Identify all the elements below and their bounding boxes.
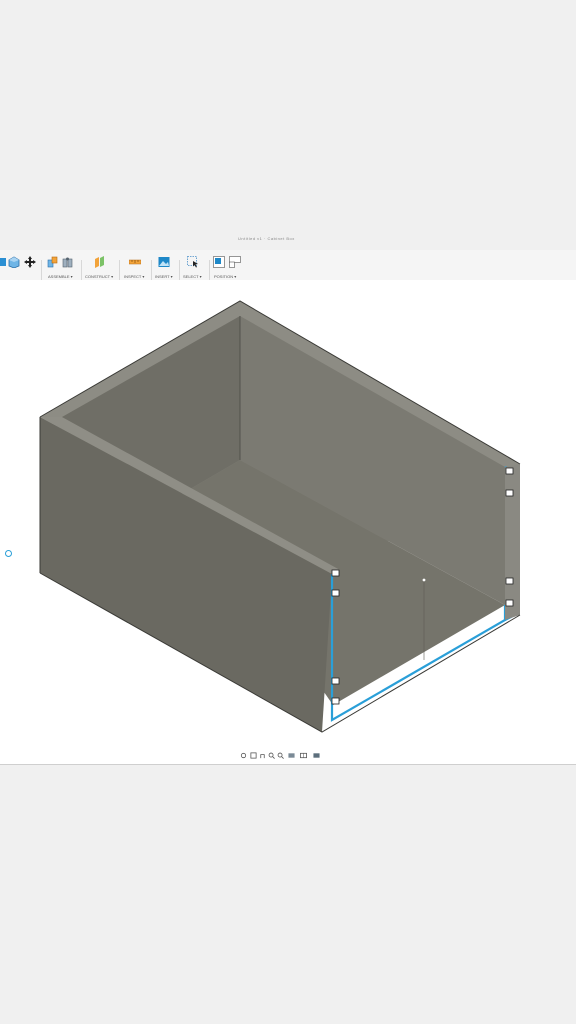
right-wall-edge-face xyxy=(505,464,520,620)
grid-icon[interactable] xyxy=(300,752,307,759)
toolbar-group-create xyxy=(0,254,44,280)
cabinet-box-model[interactable] xyxy=(0,280,576,764)
new-component-icon[interactable] xyxy=(0,256,8,268)
joint-icon[interactable] xyxy=(47,256,59,268)
toolbar-group-select[interactable]: SELECT ▾ xyxy=(180,254,210,280)
inspect-menu-label[interactable]: INSPECT ▾ xyxy=(124,274,144,279)
construct-menu-label[interactable]: CONSTRUCT ▾ xyxy=(85,274,113,279)
offset-plane-icon[interactable] xyxy=(94,256,106,268)
create-box-icon[interactable] xyxy=(8,256,20,268)
document-title: Untitled v1 · Cabinet Box xyxy=(238,236,295,241)
cursor-point xyxy=(422,578,426,582)
select-icon[interactable] xyxy=(187,256,199,268)
assemble-menu-label[interactable]: ASSEMBLE ▾ xyxy=(48,274,73,279)
toolbar-group-insert[interactable]: INSERT ▾ xyxy=(152,254,180,280)
toolbar-group-position[interactable]: POSITION ▾ xyxy=(210,254,250,280)
select-menu-label[interactable]: SELECT ▾ xyxy=(183,274,202,279)
3d-canvas[interactable] xyxy=(0,280,576,765)
capture-position-icon[interactable] xyxy=(213,256,225,268)
toolbar-group-construct[interactable]: CONSTRUCT ▾ xyxy=(82,254,120,280)
as-built-joint-icon[interactable] xyxy=(62,256,74,268)
toolbar-group-assemble[interactable]: ASSEMBLE ▾ xyxy=(44,254,82,280)
display-settings-icon[interactable] xyxy=(288,752,295,759)
zoom-icon[interactable] xyxy=(268,752,275,759)
measure-icon[interactable] xyxy=(129,256,141,268)
design-toolbar: ASSEMBLE ▾ CONSTRUCT ▾ INSPECT ▾ INSERT … xyxy=(0,250,576,280)
fusion-app-window: Untitled v1 · Cabinet Box ASSEMBLE ▾ CON… xyxy=(0,0,576,1024)
toolbar-group-inspect[interactable]: INSPECT ▾ xyxy=(122,254,152,280)
orbit-icon[interactable] xyxy=(240,752,247,759)
pan-icon[interactable] xyxy=(259,752,266,759)
move-icon[interactable] xyxy=(24,256,36,268)
viewports-icon[interactable] xyxy=(313,752,320,759)
origin-point-icon[interactable] xyxy=(5,550,12,557)
insert-menu-label[interactable]: INSERT ▾ xyxy=(155,274,173,279)
fit-icon[interactable] xyxy=(277,752,284,759)
position-menu-label[interactable]: POSITION ▾ xyxy=(214,274,236,279)
title-bar: Untitled v1 · Cabinet Box xyxy=(0,236,576,246)
insert-image-icon[interactable] xyxy=(158,256,170,268)
revert-position-icon[interactable] xyxy=(229,256,241,268)
look-at-icon[interactable] xyxy=(250,752,257,759)
